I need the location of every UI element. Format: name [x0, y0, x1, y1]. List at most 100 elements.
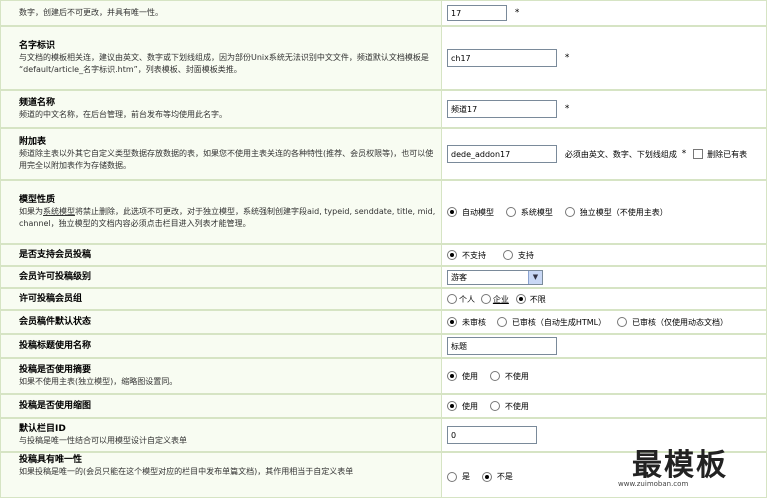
delete-table-checkbox[interactable]: [693, 149, 704, 159]
row-title: 投稿标题使用名称: [19, 340, 92, 351]
chevron-down-icon[interactable]: ▼: [528, 270, 542, 284]
thumb-no-radio[interactable]: [489, 401, 500, 411]
row-label-cell: 投稿标题使用名称: [0, 334, 442, 358]
group-personal-label: 个人: [459, 294, 475, 304]
row-title: 投稿是否使用摘要: [19, 364, 92, 375]
row-label-cell: 名字标识 与文档的模板相关连，建议由英文、数字或下划线组成，因为部份Unix系统…: [0, 26, 442, 90]
unique-no-label: 不是: [496, 472, 513, 481]
row-channel-id: 数字，创建后不可更改，并具有唯一性。 *: [0, 0, 767, 26]
row-title: 会员许可投稿级别: [19, 271, 92, 282]
required-mark: *: [564, 53, 570, 63]
thumb-yes-radio[interactable]: [447, 401, 457, 411]
title-name-input[interactable]: [447, 337, 557, 355]
row-name-id: 名字标识 与文档的模板相关连，建议由英文、数字或下划线组成，因为部份Unix系统…: [0, 26, 767, 90]
row-member-submit: 是否支持会员投稿 不支持 支持: [0, 244, 767, 266]
delete-table-label: 删除已有表: [707, 149, 748, 159]
row-title: 名字标识: [19, 40, 56, 51]
row-label-cell: 是否支持会员投稿: [0, 244, 442, 266]
row-value-cell: 不支持 支持: [441, 244, 767, 266]
row-value-cell: 使用 不使用: [441, 394, 767, 418]
row-use-thumb: 投稿是否使用缩图 使用 不使用: [0, 394, 767, 418]
row-title: 投稿是否使用缩图: [19, 400, 92, 411]
model-standalone-label: 独立模型（不使用主表）: [579, 207, 668, 217]
status-dynamic-label: 已审核（仅使用动态文档）: [632, 317, 729, 327]
row-value-cell: 个人 企业 不限: [441, 288, 767, 310]
row-title-name: 投稿标题使用名称: [0, 334, 767, 358]
row-title: 许可投稿会员组: [19, 293, 83, 304]
watermark-url: www.zuimoban.com: [618, 480, 689, 488]
status-dynamic-radio[interactable]: [617, 317, 628, 327]
row-member-group: 许可投稿会员组 个人 企业 不限: [0, 288, 767, 310]
submit-yes-radio[interactable]: [502, 250, 513, 260]
required-mark: *: [564, 104, 570, 114]
group-company-radio[interactable]: [480, 294, 491, 304]
row-title: 默认栏目ID: [19, 423, 66, 434]
desc-prefix: 如果为: [19, 206, 43, 216]
unique-yes-label: 是: [462, 472, 470, 481]
member-level-value: 游客: [451, 272, 467, 282]
status-pending-radio[interactable]: [447, 317, 457, 327]
system-model-link[interactable]: 系统模型: [43, 207, 75, 216]
row-label-cell: 投稿具有唯一性 如果投稿是唯一的(会员只能在这个模型对应的栏目中发布单篇文档)，…: [0, 452, 442, 498]
summary-yes-radio[interactable]: [447, 371, 457, 381]
row-label-cell: 投稿是否使用缩图: [0, 394, 442, 418]
row-label-cell: 模型性质 如果为系统模型将禁止删除，此选项不可更改，对于独立模型，系统强制创建字…: [0, 180, 442, 244]
channel-name-input[interactable]: [447, 100, 557, 118]
row-value-cell: 未审核 已审核（自动生成HTML） 已审核（仅使用动态文档）: [441, 310, 767, 334]
row-label-cell: 附加表 频道除主表以外其它自定义类型数据存放数据的表，如果您不使用主表关连的各种…: [0, 128, 442, 180]
row-value-cell: 使用 不使用: [441, 358, 767, 394]
watermark-title: 最模板: [632, 448, 728, 483]
row-desc: 频道除主表以外其它自定义类型数据存放数据的表，如果您不使用主表关连的各种特性(推…: [19, 148, 434, 170]
channel-id-input[interactable]: [447, 5, 507, 21]
row-label-cell: 许可投稿会员组: [0, 288, 442, 310]
required-mark: *: [681, 149, 687, 159]
model-auto-radio[interactable]: [447, 207, 457, 217]
channel-model-form: 数字，创建后不可更改，并具有唯一性。 * 名字标识 与文档的模板相关连，建议由英…: [0, 0, 767, 498]
model-standalone-radio[interactable]: [564, 207, 575, 217]
unique-yes-radio[interactable]: [447, 471, 457, 482]
unique-no-radio[interactable]: [481, 471, 492, 482]
row-value-cell: 游客 ▼: [441, 266, 767, 288]
row-desc: 如果为系统模型将禁止删除，此选项不可更改，对于独立模型，系统强制创建字段aid,…: [19, 206, 437, 230]
row-desc: 与文档的模板相关连，建议由英文、数字或下划线组成，因为部份Unix系统无法识别中…: [19, 52, 429, 74]
group-unlimited-label: 不限: [529, 294, 546, 304]
thumb-no-label: 不使用: [504, 401, 529, 411]
group-unlimited-radio[interactable]: [515, 294, 526, 304]
row-desc: 与投稿是唯一性结合可以用模型设计自定义表单: [19, 435, 187, 445]
member-level-select[interactable]: 游客 ▼: [447, 269, 543, 285]
group-personal-radio[interactable]: [447, 294, 457, 304]
row-desc: 如果投稿是唯一的(会员只能在这个模型对应的栏目中发布单篇文档)，其作用相当于自定…: [19, 467, 354, 476]
desc-suffix: 将禁止删除，此选项不可更改，对于独立模型，系统强制创建字段aid, typeid…: [19, 206, 436, 228]
row-value-cell: *: [441, 26, 767, 90]
row-title: 投稿具有唯一性: [19, 455, 83, 465]
row-channel-name: 频道名称 频道的中文名称，在后台管理，前台发布等均使用此名字。 *: [0, 90, 767, 128]
summary-no-label: 不使用: [504, 371, 529, 381]
addon-table-hint: 必须由英文、数字、下划线组成: [564, 149, 677, 159]
addon-table-input[interactable]: [447, 145, 557, 163]
row-desc: 如果不使用主表(独立模型)，缩略图设置同。: [19, 376, 178, 386]
submit-no-radio[interactable]: [447, 250, 457, 260]
row-label-cell: 会员稿件默认状态: [0, 310, 442, 334]
name-id-input[interactable]: [447, 49, 557, 67]
summary-yes-label: 使用: [462, 371, 478, 381]
thumb-yes-label: 使用: [462, 401, 478, 411]
status-html-label: 已审核（自动生成HTML）: [511, 317, 607, 327]
summary-no-radio[interactable]: [489, 371, 500, 381]
row-title: 频道名称: [19, 97, 56, 108]
row-label-cell: 数字，创建后不可更改，并具有唯一性。: [0, 0, 442, 26]
default-column-input[interactable]: [447, 426, 537, 444]
row-title: 附加表: [19, 136, 47, 147]
row-title: 模型性质: [19, 194, 56, 205]
row-value-cell: 自动模型 系统模型 独立模型（不使用主表）: [441, 180, 767, 244]
row-member-level: 会员许可投稿级别 游客 ▼: [0, 266, 767, 288]
status-html-radio[interactable]: [496, 317, 507, 327]
model-auto-label: 自动模型: [462, 207, 494, 217]
row-value-cell: *: [441, 0, 767, 26]
row-desc: 频道的中文名称，在后台管理，前台发布等均使用此名字。: [19, 109, 227, 119]
model-system-label: 系统模型: [520, 207, 553, 217]
required-mark: *: [514, 8, 520, 18]
row-value-cell: [441, 334, 767, 358]
group-company-label: 企业: [492, 294, 509, 304]
model-system-radio[interactable]: [505, 207, 516, 217]
submit-no-label: 不支持: [462, 250, 486, 260]
